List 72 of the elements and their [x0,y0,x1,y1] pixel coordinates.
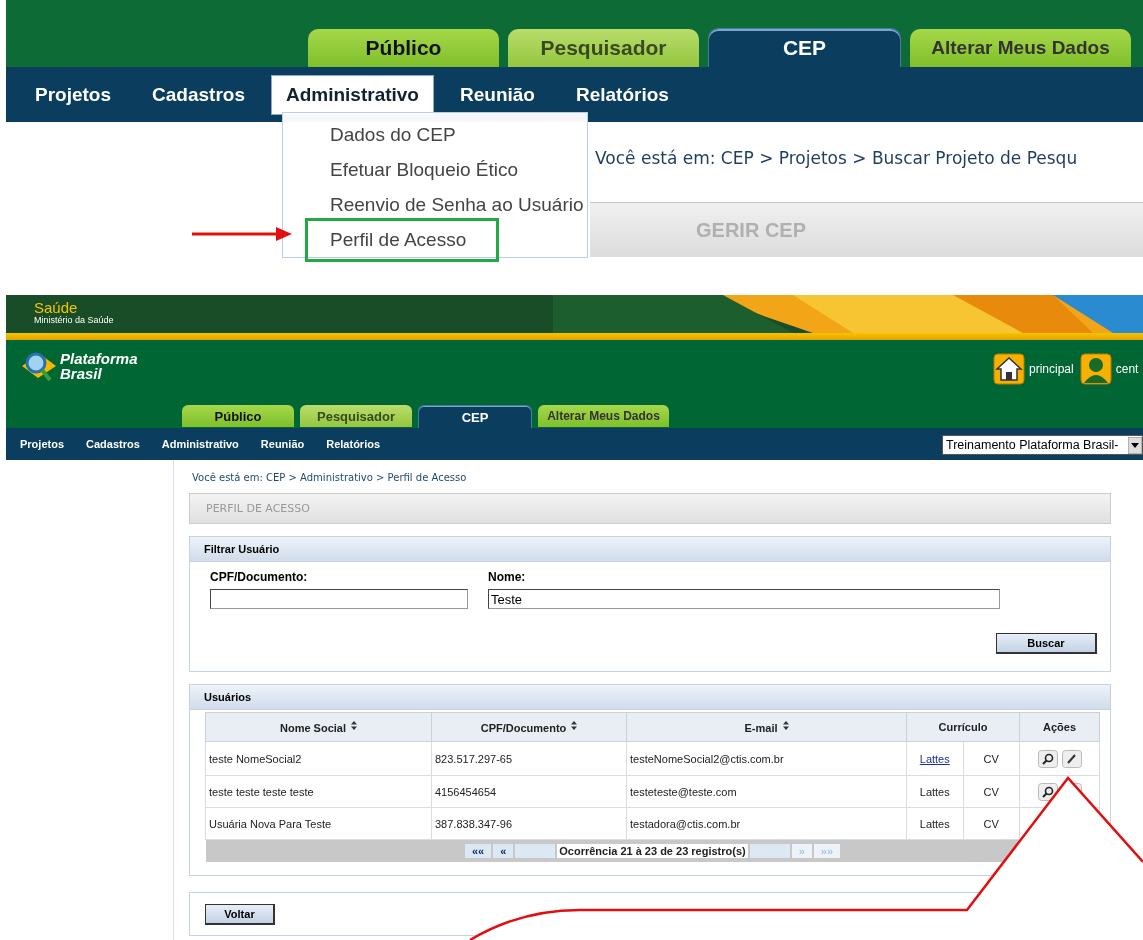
sort-icon [351,720,357,730]
tab[interactable]: Público [308,29,499,67]
dropdown-arrow-icon [1128,436,1142,454]
nav-item[interactable]: Cadastros [86,438,140,450]
table-cell: testadora@ctis.com.br [626,807,907,840]
table-cell: testeteste@teste.com [626,775,907,808]
panel-title: Usuários [204,691,252,703]
menu-item[interactable]: Dados do CEP [305,117,489,152]
table-cell: CV [963,807,1020,840]
column-header[interactable]: Nome Social [205,712,432,742]
table-cell: testeNomeSocial2@ctis.com.br [626,741,907,776]
page-title: PERFIL DE ACESSO [206,502,310,515]
logo-text: Brasil [60,366,103,381]
nav-item[interactable]: Reunião [445,74,550,115]
table-cell: teste teste teste teste [205,775,432,808]
tab[interactable]: CEP [708,28,901,67]
tab[interactable]: Alterar Meus Dados [910,29,1131,67]
header-link[interactable]: principal [1029,362,1074,376]
nav-item[interactable]: Administrativo [161,438,239,450]
pager-blank [749,844,790,858]
banner-subtitle: Ministério da Saúde [34,315,114,325]
tab[interactable]: Pesquisador [300,405,412,427]
table-cell: Lattes [919,785,950,798]
table-cell: teste NomeSocial2 [205,741,432,776]
table-cell: Usuária Nova Para Teste [205,807,432,840]
menu-item[interactable]: Perfil de Acesso [305,218,500,262]
menu-item[interactable]: Efetuar Bloqueio Ético [305,152,551,187]
field-label: Nome: [488,570,527,584]
nav-item[interactable]: Relatórios [560,74,684,115]
nav-item[interactable]: Relatórios [326,438,381,450]
section-title: GERIR CEP [696,218,807,242]
nav-item[interactable]: Reunião [260,438,305,450]
search-icon[interactable] [1037,749,1058,768]
sort-icon [782,720,789,730]
field-label: CPF/Documento: [210,570,309,584]
search-button[interactable]: Buscar [996,633,1097,654]
pager-blank [515,844,556,858]
nav-item[interactable]: Cadastros [137,74,260,115]
banner-title: Saúde [34,300,79,315]
tab[interactable]: Pesquisador [508,29,699,67]
table-cell: 4156454654 [431,775,627,808]
tab[interactable]: Público [182,405,294,427]
sort-icon [571,720,578,730]
table-cell: CV [963,775,1020,808]
panel-title: Filtrar Usuário [204,543,280,555]
input-field[interactable] [210,589,468,609]
header-link[interactable]: cent [1115,362,1139,376]
user-icon[interactable] [1079,353,1112,385]
back-button[interactable]: Voltar [205,903,275,925]
pagination-text: Ocorrência 21 à 23 de 23 registro(s) [557,844,748,858]
column-header[interactable]: E-mail [626,712,907,742]
column-header: Currículo [906,712,1020,742]
previous-page-button[interactable]: « [493,844,514,858]
logo-text: Plataforma [60,351,138,366]
select-field[interactable]: Treinamento Plataforma Brasil- [942,435,1143,455]
nav-item[interactable]: Projetos [20,438,64,450]
nav-item[interactable]: Projetos [20,74,127,115]
nav-item[interactable]: Administrativo [270,74,434,115]
pencil-icon[interactable] [1061,749,1082,768]
tab[interactable]: CEP [418,405,532,428]
tab[interactable]: Alterar Meus Dados [538,405,669,427]
table-cell: CV [963,741,1020,776]
table-cell: Lattes [919,817,950,830]
home-icon[interactable] [993,353,1025,385]
column-header[interactable]: CPF/Documento [431,712,627,742]
breadcrumb: Você está em: CEP > Administrativo > Perfil de Acesso [192,472,468,483]
input-field[interactable]: Teste [488,589,1000,609]
first-page-button[interactable]: «« [464,844,492,858]
table-cell: 823.517.297-65 [431,741,627,776]
table-cell: 387.838.347-96 [431,807,627,840]
breadcrumb: Você está em: CEP > Projetos > Buscar Projeto de Pesqu [595,148,1078,168]
column-header: Ações [1019,712,1100,742]
